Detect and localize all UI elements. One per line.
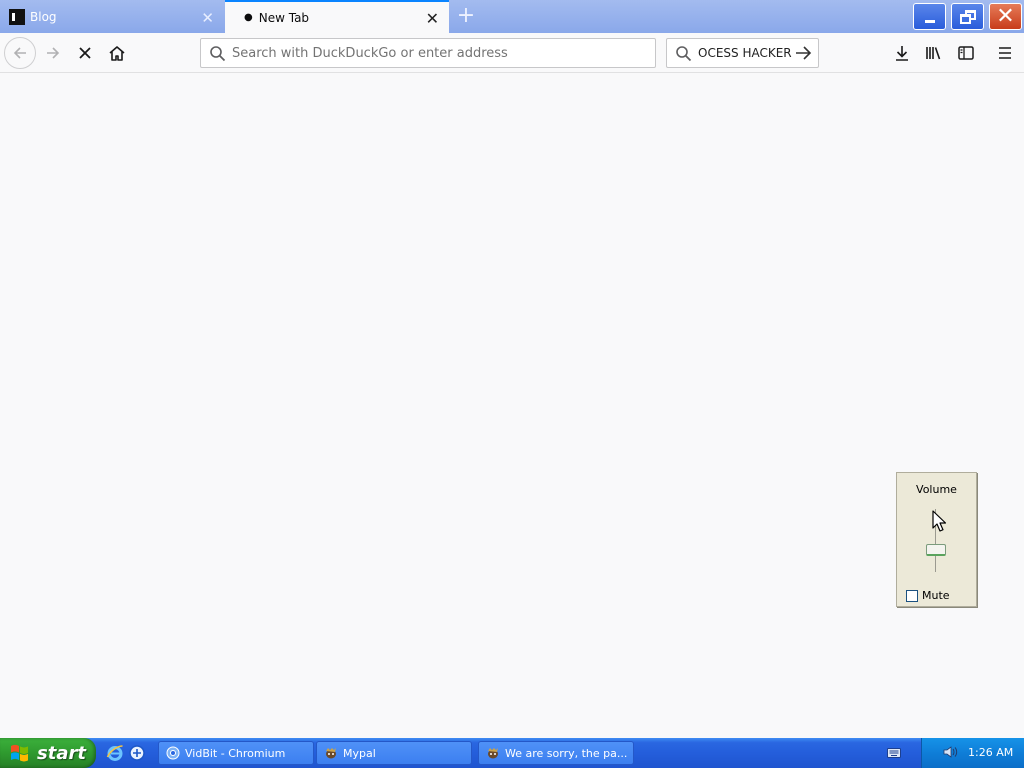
blog-favicon-icon xyxy=(9,8,25,25)
email-client-icon[interactable] xyxy=(128,744,146,762)
taskbar-item-label: We are sorry, the pa... xyxy=(505,746,628,760)
taskbar-item-mypal[interactable]: Mypal xyxy=(316,741,472,765)
mouse-cursor-icon xyxy=(932,510,946,532)
home-icon xyxy=(109,46,125,61)
downloads-button[interactable] xyxy=(886,37,918,69)
stop-x-icon xyxy=(79,47,91,59)
tab-close-icon[interactable]: ✕ xyxy=(201,9,214,27)
taskbar-item-label: VidBit - Chromium xyxy=(185,746,286,760)
speaker-volume-icon[interactable] xyxy=(942,744,958,760)
restore-icon xyxy=(959,9,976,24)
hamburger-icon xyxy=(999,47,1011,59)
tab-strip: Blog ✕ ● New Tab ✕ + ✕ xyxy=(0,0,1024,33)
keyboard-layout-icon[interactable] xyxy=(887,747,901,759)
mypal-icon xyxy=(488,748,498,759)
tab-label: Blog xyxy=(30,9,57,24)
close-window-button[interactable]: ✕ xyxy=(989,3,1022,30)
desktop-screen: Blog ✕ ● New Tab ✕ + ✕ Search with DuckD… xyxy=(0,0,1024,768)
arrow-right-icon[interactable] xyxy=(795,45,812,61)
arrow-left-icon xyxy=(13,47,26,59)
mute-label: Mute xyxy=(922,589,950,602)
start-label: start xyxy=(37,742,86,764)
tab-label: New Tab xyxy=(258,10,310,25)
taskbar-item-error-page[interactable]: We are sorry, the pa... xyxy=(478,741,634,765)
tab-loading-dot-icon: ● xyxy=(244,12,253,23)
volume-slider-thumb[interactable] xyxy=(926,543,946,556)
system-tray: 1:26 AM xyxy=(921,738,1024,768)
taskbar-item-label: Mypal xyxy=(343,746,376,760)
magnifier-icon xyxy=(210,45,226,61)
mypal-icon xyxy=(326,748,336,759)
download-arrow-icon xyxy=(896,46,908,61)
system-clock: 1:26 AM xyxy=(968,746,1014,759)
arrow-right-icon xyxy=(47,47,60,59)
sidebar-icon xyxy=(958,46,974,60)
url-bar[interactable] xyxy=(200,38,656,68)
chromium-icon xyxy=(166,746,180,760)
taskbar: start VidBit - Chromium Mypal We are sor… xyxy=(0,738,1024,768)
windows-flag-icon xyxy=(11,744,28,762)
search-bar[interactable]: OCESS HACKER xyxy=(666,38,819,68)
page-content xyxy=(0,74,1024,738)
internet-explorer-icon[interactable] xyxy=(106,744,124,762)
minimize-icon xyxy=(924,20,935,23)
menu-button[interactable] xyxy=(989,37,1021,69)
back-button[interactable] xyxy=(4,37,36,69)
sidebar-button[interactable] xyxy=(950,37,982,69)
search-input-value[interactable]: OCESS HACKER xyxy=(698,46,792,60)
tab-new-tab[interactable]: ● New Tab ✕ xyxy=(225,0,449,33)
address-input[interactable] xyxy=(232,45,632,61)
magnifier-icon xyxy=(676,45,692,61)
taskbar-item-vidbit[interactable]: VidBit - Chromium xyxy=(158,741,314,765)
tab-blog[interactable]: Blog ✕ xyxy=(0,0,224,33)
navigation-toolbar: OCESS HACKER xyxy=(0,33,1024,73)
close-icon: ✕ xyxy=(996,3,1015,29)
stop-button[interactable] xyxy=(69,37,101,69)
restore-button[interactable] xyxy=(951,3,984,30)
forward-button[interactable] xyxy=(37,37,69,69)
library-icon xyxy=(926,47,941,60)
tab-close-icon[interactable]: ✕ xyxy=(426,9,439,28)
start-button[interactable]: start xyxy=(0,738,96,768)
volume-popup: Volume Mute xyxy=(896,472,977,607)
minimize-button[interactable] xyxy=(913,3,946,30)
new-tab-button[interactable]: + xyxy=(455,3,477,29)
library-button[interactable] xyxy=(918,37,950,69)
mute-checkbox[interactable] xyxy=(906,590,918,602)
home-button[interactable] xyxy=(101,37,133,69)
volume-title: Volume xyxy=(916,483,957,496)
